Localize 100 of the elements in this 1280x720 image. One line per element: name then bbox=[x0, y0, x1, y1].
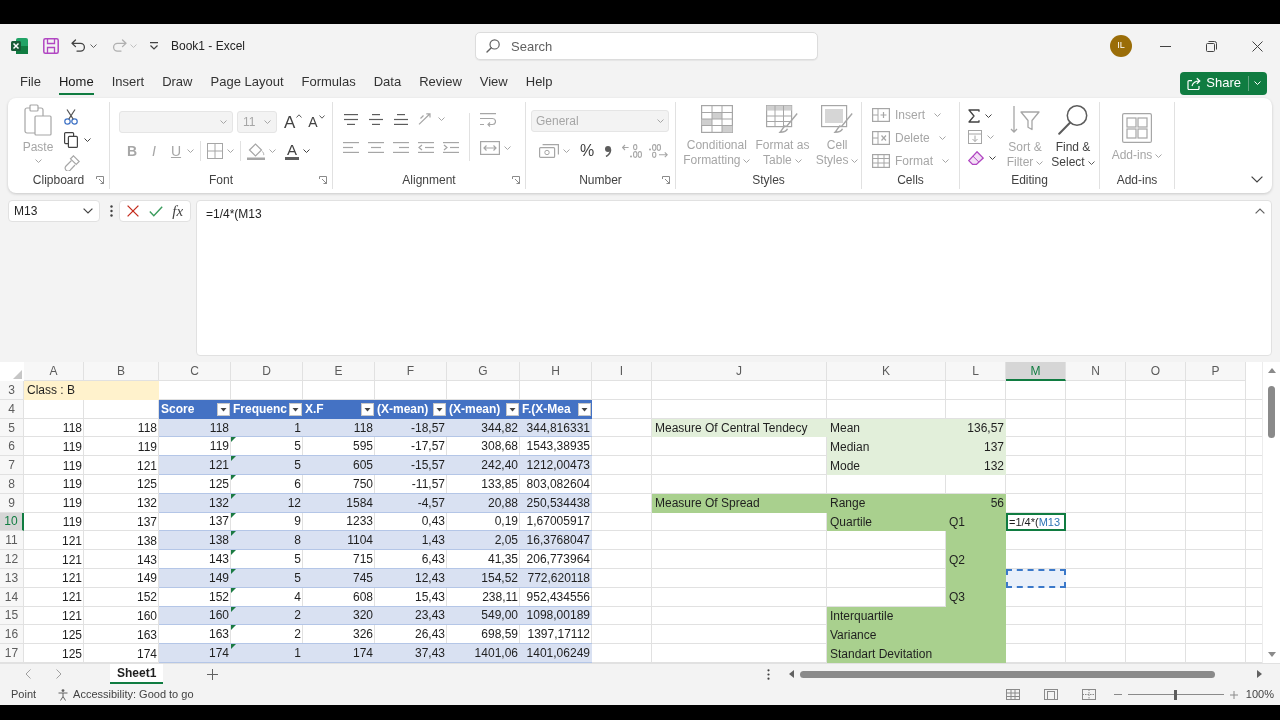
triangle-down-icon[interactable] bbox=[1267, 652, 1276, 657]
copy-icon[interactable] bbox=[64, 132, 78, 148]
column-header[interactable]: E bbox=[303, 362, 375, 381]
decrease-font-size-button[interactable]: A bbox=[308, 115, 325, 129]
borders-icon[interactable] bbox=[207, 143, 223, 159]
corner-arrow-icon[interactable] bbox=[319, 176, 327, 184]
comma-icon[interactable] bbox=[604, 145, 613, 157]
triangle-right-icon[interactable] bbox=[1257, 670, 1262, 678]
search-field[interactable]: Search bbox=[475, 32, 818, 60]
double-arrow-box-icon[interactable] bbox=[480, 141, 500, 155]
align-left-icon[interactable] bbox=[343, 141, 359, 153]
align-right-icon[interactable] bbox=[393, 141, 409, 153]
insert-function-button[interactable]: fx bbox=[172, 203, 184, 219]
ribbon-tab[interactable]: File bbox=[20, 71, 41, 95]
accessibility-status[interactable]: Accessibility: Good to go bbox=[73, 686, 194, 703]
percent-style-button[interactable]: % bbox=[580, 143, 595, 159]
scissors-icon[interactable] bbox=[64, 109, 78, 125]
name-box[interactable]: M13 bbox=[8, 200, 100, 222]
line-chevron-icon[interactable] bbox=[149, 42, 159, 50]
column-header[interactable]: H bbox=[520, 362, 592, 381]
font-name-field[interactable] bbox=[119, 111, 233, 133]
ribbon-tab[interactable]: Formulas bbox=[301, 71, 356, 95]
plus-icon[interactable] bbox=[207, 668, 219, 680]
column-header[interactable]: C bbox=[159, 362, 231, 381]
chevron-right-icon[interactable] bbox=[56, 669, 62, 679]
chevron-left-icon[interactable] bbox=[25, 669, 31, 679]
down-arrow-box-icon[interactable] bbox=[968, 130, 982, 144]
check-icon[interactable] bbox=[148, 205, 163, 217]
row-header[interactable]: 6 bbox=[0, 437, 24, 457]
ribbon-tab[interactable]: Draw bbox=[162, 71, 193, 95]
column-header[interactable]: D bbox=[231, 362, 303, 381]
triangle-up-icon[interactable] bbox=[1267, 368, 1276, 373]
column-header[interactable]: N bbox=[1066, 362, 1126, 381]
ribbon-tab[interactable]: Home bbox=[58, 71, 94, 95]
decrease-indent-icon[interactable] bbox=[418, 141, 434, 153]
vertical-dots-icon[interactable] bbox=[767, 668, 770, 680]
font-color-button[interactable]: A bbox=[285, 142, 299, 160]
page-view-icon[interactable] bbox=[1043, 689, 1058, 700]
minus-icon[interactable] bbox=[1113, 694, 1122, 695]
row-header[interactable]: 3 bbox=[0, 381, 24, 400]
ribbon-tab[interactable]: View bbox=[479, 71, 508, 95]
vertical-dots-icon[interactable] bbox=[110, 205, 113, 217]
align-top-icon[interactable] bbox=[343, 113, 359, 125]
align-center-icon[interactable] bbox=[368, 141, 384, 153]
ribbon-tab[interactable]: Page Layout bbox=[210, 71, 284, 95]
zoom-slider-thumb[interactable] bbox=[1174, 689, 1178, 700]
row-header[interactable]: 12 bbox=[0, 550, 24, 569]
row-header[interactable]: 16 bbox=[0, 625, 24, 645]
ribbon-tab[interactable]: Data bbox=[373, 71, 402, 95]
column-header[interactable]: A bbox=[24, 362, 84, 381]
align-middle-icon[interactable] bbox=[368, 113, 384, 125]
column-header[interactable]: J bbox=[652, 362, 827, 381]
corner-arrow-icon[interactable] bbox=[96, 176, 104, 184]
column-header[interactable]: B bbox=[84, 362, 159, 381]
column-header[interactable]: L bbox=[946, 362, 1006, 381]
chevron-up-icon[interactable] bbox=[1255, 208, 1265, 214]
account-avatar[interactable]: IL bbox=[1110, 35, 1132, 57]
ribbon-tab[interactable]: Insert bbox=[111, 71, 145, 95]
increase-indent-icon[interactable] bbox=[443, 141, 459, 153]
person-icon[interactable] bbox=[58, 688, 69, 701]
grid-view-icon[interactable] bbox=[1005, 689, 1020, 700]
column-header[interactable]: I bbox=[592, 362, 652, 381]
corner-arrow-icon[interactable] bbox=[662, 176, 670, 184]
save-icon[interactable] bbox=[43, 38, 59, 54]
column-header[interactable]: G bbox=[447, 362, 520, 381]
wrap-arrow-icon[interactable] bbox=[480, 113, 496, 127]
scrollbar-thumb[interactable] bbox=[1268, 386, 1275, 438]
column-header[interactable]: F bbox=[375, 362, 447, 381]
corner-arrow-icon[interactable] bbox=[512, 176, 520, 184]
brush-icon[interactable] bbox=[64, 155, 80, 171]
column-header[interactable]: O bbox=[1126, 362, 1186, 381]
triangle-left-icon[interactable] bbox=[789, 670, 794, 678]
ribbon-tab[interactable]: Help bbox=[525, 71, 553, 95]
align-bottom-icon[interactable] bbox=[393, 113, 409, 125]
sheet-tab[interactable]: Sheet1 bbox=[110, 664, 164, 684]
scrollbar-thumb[interactable] bbox=[800, 670, 1215, 678]
increase-font-size-button[interactable]: A bbox=[284, 113, 303, 131]
banknote-icon[interactable] bbox=[539, 144, 559, 158]
diagonal-arrow-icon[interactable] bbox=[418, 113, 434, 125]
redo-icon[interactable] bbox=[111, 39, 127, 53]
formula-field[interactable]: =1/4*(M13 bbox=[196, 200, 1272, 356]
column-header[interactable]: K bbox=[827, 362, 946, 381]
eraser-icon[interactable] bbox=[968, 151, 984, 165]
column-header[interactable]: P bbox=[1186, 362, 1246, 381]
zoom-slider[interactable] bbox=[1127, 689, 1224, 700]
share-button[interactable]: Share bbox=[1180, 71, 1267, 95]
find-select-button[interactable]: Find & Select bbox=[1048, 105, 1098, 170]
ribbon-tab[interactable]: Review bbox=[419, 71, 462, 95]
row-header[interactable]: 17 bbox=[0, 644, 24, 663]
row-header[interactable]: 11 bbox=[0, 531, 24, 551]
increase-decimal-icon[interactable] bbox=[622, 144, 643, 158]
undo-icon[interactable] bbox=[71, 39, 87, 53]
sigma-icon[interactable] bbox=[968, 109, 980, 123]
column-header[interactable]: M bbox=[1006, 362, 1066, 381]
paint-bucket-icon[interactable] bbox=[247, 142, 265, 160]
chevron-down-icon[interactable] bbox=[1251, 176, 1263, 183]
dashed-grid-view-icon[interactable] bbox=[1081, 689, 1096, 700]
row-header[interactable]: 7 bbox=[0, 456, 24, 475]
cross-icon[interactable] bbox=[126, 205, 139, 217]
decrease-decimal-icon[interactable] bbox=[648, 144, 669, 158]
